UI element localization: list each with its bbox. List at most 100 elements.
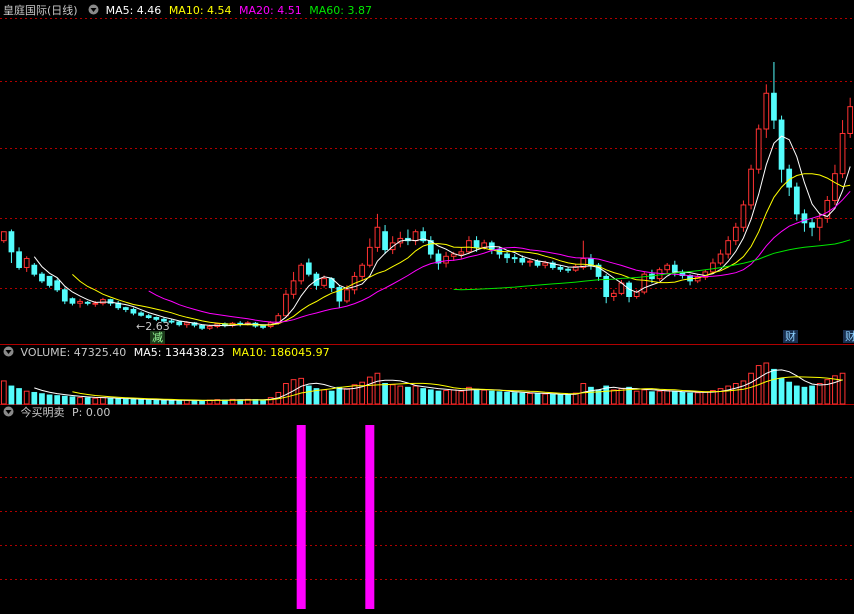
- finance-report-tag-2[interactable]: 财: [843, 330, 854, 343]
- signal-chart[interactable]: [0, 405, 854, 614]
- candle: [77, 298, 83, 308]
- volume-bar: [328, 390, 335, 405]
- candle: [237, 321, 244, 327]
- candle-body: [122, 307, 129, 310]
- candle-body: [206, 325, 213, 329]
- candle: [710, 258, 716, 275]
- indicator-panel[interactable]: 今买明卖 P: 0.00: [0, 405, 854, 614]
- candle-body: [0, 231, 7, 242]
- candle-body: [344, 289, 350, 302]
- candle-body: [443, 255, 449, 264]
- volume-bar: [8, 385, 15, 405]
- candle: [435, 249, 442, 270]
- volume-bar: [145, 399, 152, 405]
- candle: [679, 269, 686, 279]
- volume-bar: [61, 395, 68, 405]
- volume-bar: [77, 397, 83, 405]
- volume-bar: [588, 386, 594, 405]
- candle-body: [69, 298, 76, 304]
- volume-bar: [374, 372, 381, 405]
- candle: [84, 300, 91, 306]
- candle: [732, 222, 739, 246]
- candle-body: [839, 132, 846, 175]
- candle-body: [542, 262, 549, 266]
- candle: [786, 164, 793, 196]
- candle-body: [832, 173, 838, 201]
- candle-body: [557, 266, 564, 270]
- price-panel[interactable]: 皇庭国际(日线) MA5: 4.46 MA10: 4.54 MA20: 4.51…: [0, 0, 854, 345]
- candle: [816, 213, 823, 241]
- volume-bar: [46, 394, 53, 405]
- volume-bar: [298, 377, 305, 405]
- volume-bar: [481, 389, 488, 405]
- candle-body: [16, 251, 22, 268]
- volume-bar: [725, 385, 732, 405]
- candle: [222, 322, 228, 328]
- candle-body: [382, 231, 388, 251]
- volume-bar: [366, 376, 373, 405]
- candle: [725, 236, 732, 259]
- candle-body: [534, 260, 541, 266]
- candle: [0, 231, 7, 243]
- candle-body: [359, 264, 366, 277]
- volume-bar: [39, 393, 45, 405]
- volume-panel[interactable]: VOLUME: 47325.40 MA5: 134438.23 MA10: 18…: [0, 345, 854, 405]
- volume-bar: [405, 386, 411, 405]
- volume-bar: [633, 390, 640, 405]
- volume-chart[interactable]: [0, 345, 854, 405]
- candle: [511, 254, 518, 263]
- volume-bar: [824, 379, 831, 405]
- candle-body: [374, 226, 381, 248]
- volume-bar: [763, 362, 770, 405]
- candle-body: [46, 275, 53, 286]
- volume-bar: [702, 391, 709, 405]
- candle: [664, 263, 671, 275]
- candle-body: [527, 260, 533, 263]
- candle: [359, 263, 366, 281]
- candle-body: [725, 240, 732, 255]
- volume-bar: [664, 390, 671, 405]
- candle: [138, 311, 144, 317]
- candle-body: [771, 92, 777, 121]
- volume-bar: [161, 399, 167, 405]
- volume-bar: [54, 395, 61, 405]
- candle: [420, 227, 427, 243]
- signal-bar: [296, 425, 306, 609]
- candle-body: [809, 222, 815, 228]
- finance-report-tag[interactable]: 财: [783, 330, 798, 343]
- candle-body: [92, 302, 99, 305]
- candle-body: [778, 119, 785, 170]
- candle-body: [458, 251, 465, 255]
- candle-body: [77, 300, 83, 304]
- candle-body: [366, 246, 373, 266]
- volume-bar: [84, 397, 91, 405]
- candle-body: [473, 240, 480, 248]
- candle-body: [466, 240, 472, 253]
- candle-body: [740, 204, 747, 228]
- candle-body: [199, 325, 205, 329]
- candle-body: [481, 242, 488, 248]
- volume-bar: [92, 397, 99, 405]
- candle-body: [610, 292, 617, 297]
- candle-body: [8, 231, 15, 253]
- candle-body: [748, 168, 754, 206]
- candle-body: [31, 264, 38, 275]
- candlestick-chart[interactable]: [0, 0, 854, 345]
- volume-bar: [793, 385, 800, 405]
- candle: [549, 260, 556, 270]
- candle: [115, 300, 122, 310]
- candle: [16, 247, 22, 270]
- candle: [283, 289, 289, 317]
- reduce-holdings-tag[interactable]: 减: [150, 331, 165, 344]
- volume-bar: [557, 394, 564, 405]
- candle-body: [176, 321, 183, 326]
- volume-bar: [488, 390, 495, 405]
- candle-body: [130, 308, 137, 314]
- volume-bar: [31, 391, 38, 405]
- volume-bar: [534, 393, 541, 405]
- candle: [39, 271, 45, 284]
- volume-bar: [382, 383, 388, 405]
- candle-body: [23, 258, 30, 268]
- candle-body: [847, 106, 854, 134]
- volume-bar: [153, 399, 160, 405]
